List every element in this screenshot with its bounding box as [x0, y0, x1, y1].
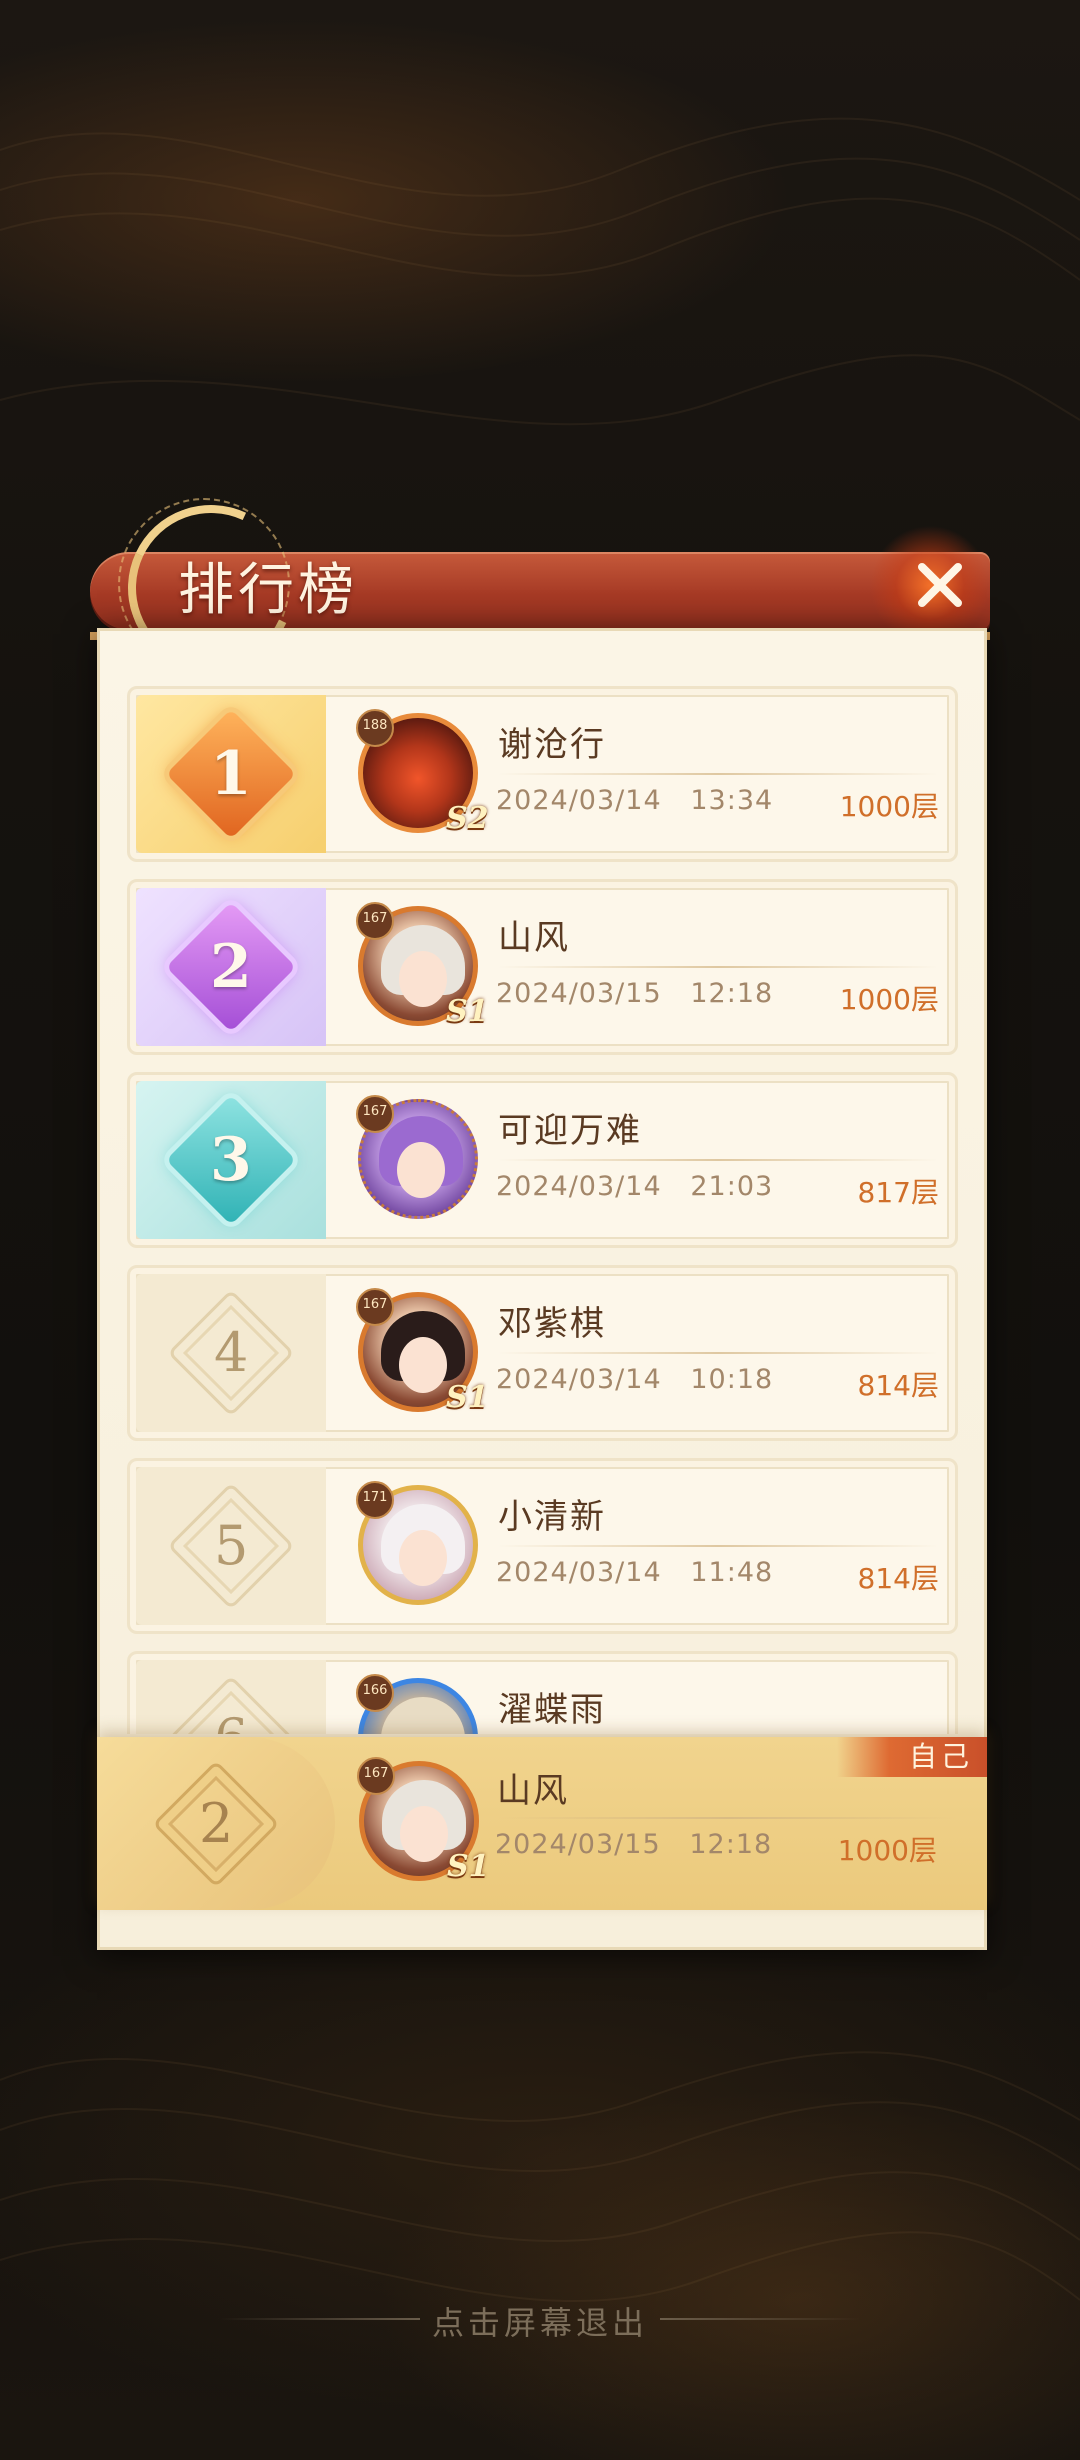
rank-cell: 1 [136, 695, 326, 853]
tier-badge: S2 [446, 801, 489, 836]
avatar-face [399, 1337, 447, 1393]
rank-number: 3 [210, 1125, 252, 1195]
rank-cell: 2 [136, 888, 326, 1046]
tier-badge: S1 [447, 1849, 490, 1884]
player-name: 可迎万难 [498, 1111, 642, 1151]
rank-number: 5 [213, 1513, 249, 1577]
list-item[interactable]: 3 167 可迎万难 2024/03/14 21:03 817层 [127, 1072, 958, 1248]
page-title: 排行榜 [178, 558, 358, 623]
avatar[interactable]: 167 S1 [348, 1282, 489, 1422]
avatar-face [400, 1806, 448, 1862]
avatar-hair [381, 1697, 465, 1734]
floor-count: 814层 [857, 1369, 939, 1402]
rank-teal-diamond-icon: 3 [165, 1094, 297, 1226]
record-date: 2024/03/15 12:18 [496, 978, 774, 1009]
list-item[interactable]: 6 166 濯蝶雨 [127, 1651, 958, 1734]
list-item[interactable]: 2 167 S1 山风 2024/03/15 12:18 1000层 [127, 879, 958, 1055]
self-rank-bar[interactable]: 2 自己 167 S1 山风 2024/03/15 12:18 1000层 [97, 1737, 987, 1910]
row-divider [497, 1817, 957, 1819]
rank-plain-diamond-icon: 2 [152, 1759, 280, 1888]
level-badge: 167 [356, 902, 394, 940]
avatar-face [399, 1530, 447, 1586]
rank-number: 2 [210, 932, 252, 1002]
tier-badge: S1 [446, 1380, 489, 1415]
avatar[interactable]: 188 S2 [348, 703, 489, 843]
record-date: 2024/03/14 13:34 [496, 785, 774, 816]
row-divider [498, 1352, 938, 1354]
player-name: 谢沧行 [498, 725, 606, 765]
list-item[interactable]: 5 171 小清新 2024/03/14 11:48 814层 [127, 1458, 958, 1634]
avatar[interactable]: 171 [348, 1475, 488, 1615]
floor-count: 1000层 [839, 983, 939, 1016]
floor-count: 817层 [857, 1176, 939, 1209]
record-date: 2024/03/14 11:48 [496, 1557, 774, 1588]
rank-plain-diamond-icon: 6 [167, 1675, 295, 1734]
avatar[interactable]: 167 S1 [349, 1751, 490, 1891]
rank-cell: 3 [136, 1081, 326, 1239]
rank-cell: 4 [136, 1274, 326, 1432]
leaderboard-list[interactable]: 1 188 S2 谢沧行 2024/03/14 13:34 1000层 2 16… [97, 664, 987, 1734]
row-divider [498, 966, 938, 968]
rank-cell: 5 [136, 1467, 326, 1625]
rank-number: 2 [198, 1791, 234, 1855]
player-name: 邓紫棋 [498, 1304, 606, 1344]
rank-gold-diamond-icon: 1 [165, 708, 297, 840]
floor-count: 814层 [857, 1562, 939, 1595]
self-tag-badge: 自己 [837, 1737, 987, 1777]
rank-plain-diamond-icon: 4 [167, 1289, 295, 1417]
player-name: 小清新 [498, 1497, 606, 1537]
floor-count: 1000层 [839, 790, 939, 823]
list-item[interactable]: 4 167 S1 邓紫棋 2024/03/14 10:18 814层 [127, 1265, 958, 1441]
rank-number: 1 [210, 739, 252, 809]
avatar[interactable]: 167 [348, 1089, 488, 1229]
avatar[interactable]: 166 [348, 1668, 488, 1734]
level-badge: 188 [356, 709, 394, 747]
level-badge: 171 [356, 1481, 394, 1519]
avatar-face [397, 1142, 445, 1198]
row-divider [498, 773, 938, 775]
rank-number: 4 [213, 1320, 249, 1384]
player-name: 山风 [498, 918, 570, 958]
rank-purple-diamond-icon: 2 [165, 901, 297, 1033]
avatar-face [399, 951, 447, 1007]
list-item[interactable]: 1 188 S2 谢沧行 2024/03/14 13:34 1000层 [127, 686, 958, 862]
row-divider [498, 1159, 938, 1161]
player-name: 濯蝶雨 [498, 1690, 606, 1730]
level-badge: 167 [356, 1288, 394, 1326]
exit-hint[interactable]: 点击屏幕退出 [0, 2298, 1080, 2344]
level-badge: 167 [357, 1757, 395, 1795]
avatar[interactable]: 167 S1 [348, 896, 489, 1036]
self-rank-cell: 2 [97, 1737, 335, 1910]
floor-count: 1000层 [837, 1834, 937, 1867]
record-date: 2024/03/15 12:18 [495, 1829, 773, 1860]
row-divider [498, 1545, 938, 1547]
close-button[interactable] [870, 525, 990, 635]
level-badge: 167 [356, 1095, 394, 1133]
record-date: 2024/03/14 10:18 [496, 1364, 774, 1395]
rank-number: 6 [214, 1707, 248, 1734]
player-name: 山风 [497, 1771, 569, 1811]
rank-plain-diamond-icon: 5 [167, 1482, 295, 1610]
level-badge: 166 [356, 1674, 394, 1712]
close-icon [918, 563, 962, 607]
tier-badge: S1 [446, 994, 489, 1029]
rank-cell: 6 [136, 1660, 326, 1734]
record-date: 2024/03/14 21:03 [496, 1171, 774, 1202]
